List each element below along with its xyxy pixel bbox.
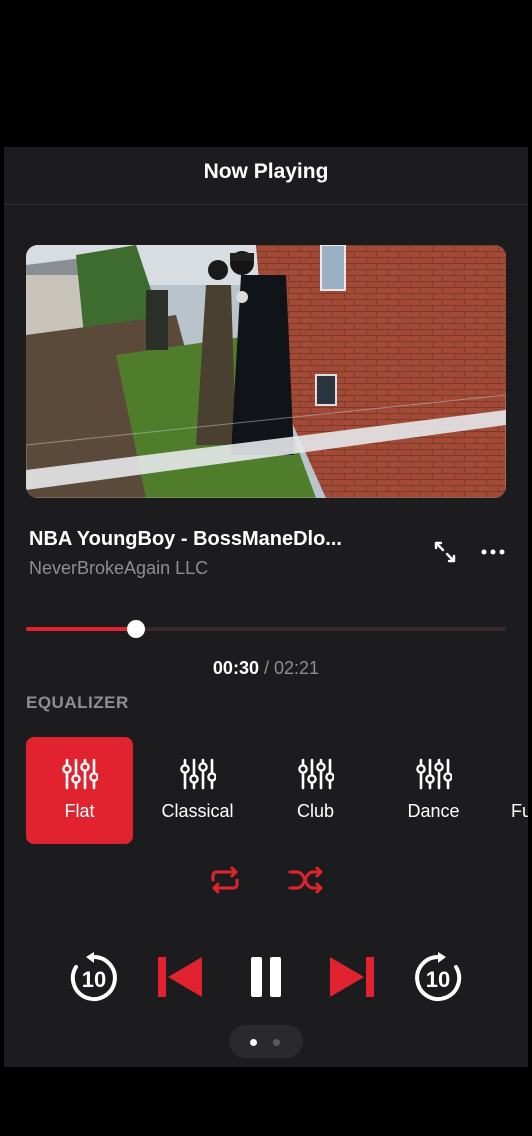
page-title: Now Playing <box>203 160 329 183</box>
previous-icon <box>158 957 202 997</box>
rewind-seconds-label: 10 <box>82 967 106 992</box>
video-player[interactable] <box>26 245 506 498</box>
rewind-10-button[interactable]: 10 <box>68 952 120 1004</box>
eq-preset-partial[interactable]: Fu <box>498 737 528 844</box>
page-indicator[interactable] <box>229 1025 303 1058</box>
shuffle-icon <box>288 866 323 894</box>
more-options-button[interactable] <box>478 537 508 567</box>
track-title: NBA YoungBoy - BossManeDlo... <box>29 528 342 550</box>
eq-preset-club[interactable]: Club <box>262 737 369 844</box>
eq-preset-flat[interactable]: Flat <box>26 737 133 844</box>
eq-preset-label: Dance <box>407 801 460 821</box>
expand-icon <box>434 541 456 563</box>
equalizer-icon <box>416 758 452 790</box>
equalizer-presets: Flat Classical Club Dance Fu <box>26 737 528 845</box>
equalizer-icon <box>62 758 98 790</box>
eq-preset-dance[interactable]: Dance <box>380 737 487 844</box>
equalizer-icon <box>298 758 334 790</box>
header-divider <box>4 204 528 205</box>
page-dot <box>273 1039 280 1046</box>
time-separator: / <box>263 658 269 678</box>
video-frame-image <box>26 245 506 498</box>
more-icon <box>481 549 505 555</box>
repeat-button[interactable] <box>205 863 245 897</box>
track-artist: NeverBrokeAgain LLC <box>29 558 209 578</box>
page-dot-active <box>250 1039 257 1046</box>
total-time: 02:21 <box>274 658 320 678</box>
forward-10-icon: 10 <box>415 952 462 1001</box>
current-time: 00:30 <box>212 658 259 678</box>
progress-fill <box>26 627 137 631</box>
next-icon <box>330 957 374 997</box>
time-display: 00:30 / 02:21 <box>4 658 528 679</box>
next-button[interactable] <box>326 955 376 999</box>
eq-preset-classical[interactable]: Classical <box>144 737 251 844</box>
rewind-10-icon: 10 <box>70 952 117 1001</box>
previous-button[interactable] <box>156 955 206 999</box>
expand-button[interactable] <box>430 537 460 567</box>
now-playing-screen: Now Playing NBA YoungBoy - BossManeDlo..… <box>4 147 528 1067</box>
equalizer-icon <box>180 758 216 790</box>
shuffle-button[interactable] <box>286 863 326 897</box>
progress-thumb[interactable] <box>127 620 146 638</box>
repeat-icon <box>211 866 239 894</box>
forward-seconds-label: 10 <box>426 967 450 992</box>
eq-preset-label: Fu <box>511 801 528 821</box>
forward-10-button[interactable]: 10 <box>412 952 464 1004</box>
equalizer-title: EQUALIZER <box>26 693 129 712</box>
pause-icon <box>251 957 281 997</box>
progress-slider[interactable] <box>26 620 506 638</box>
pause-button[interactable] <box>249 955 283 999</box>
